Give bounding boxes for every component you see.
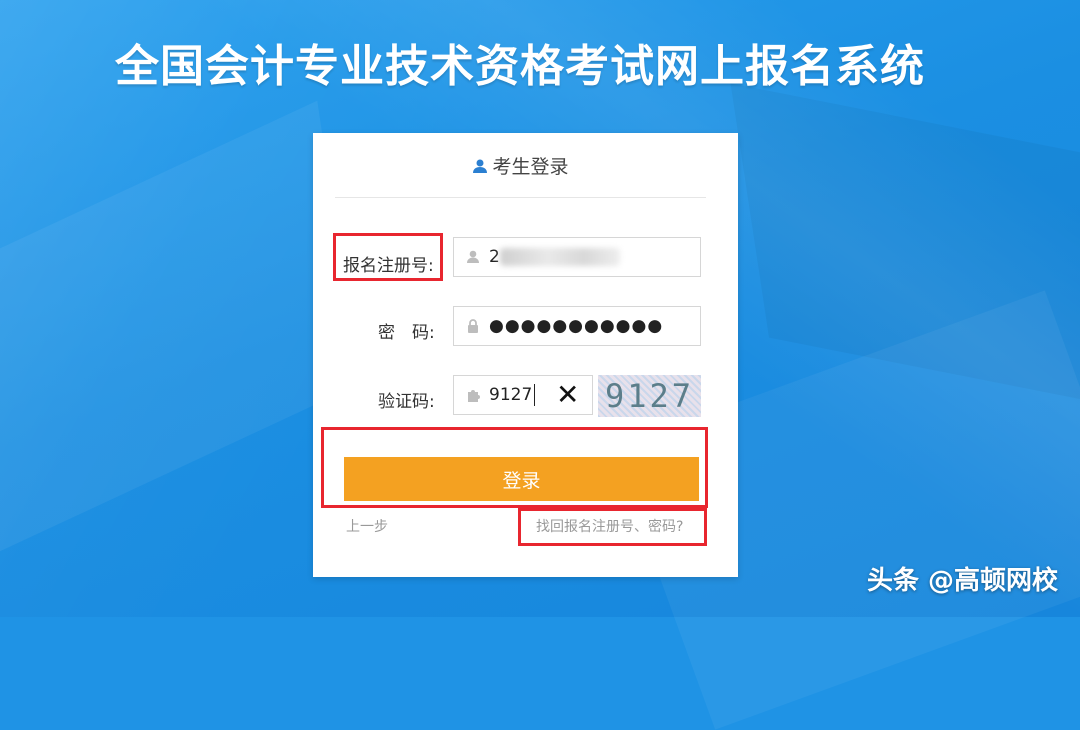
highlight-box-recover (518, 508, 707, 546)
user-icon (473, 159, 488, 173)
login-card-title: 考生登录 (492, 155, 569, 178)
highlight-box-registration (333, 233, 443, 281)
highlight-box-login (321, 427, 708, 508)
password-value: ●●●●●●●●●●● (489, 316, 664, 336)
page-title: 全国会计专业技术资格考试网上报名系统 (115, 41, 925, 92)
puzzle-icon (468, 390, 480, 402)
password-input[interactable]: ●●●●●●●●●●● (453, 306, 701, 346)
lock-icon (468, 319, 478, 333)
clear-icon[interactable]: ✕ (556, 381, 579, 409)
registration-input[interactable]: 2 (453, 237, 701, 277)
captcha-value: 9127 (489, 385, 533, 405)
registration-value: 2 (489, 247, 500, 267)
watermark: 头条 @高顿网校 (866, 566, 1058, 596)
captcha-label: 验证码: (378, 392, 435, 412)
person-icon (467, 250, 479, 263)
registration-value-redacted (499, 248, 620, 266)
bg-facet (0, 100, 360, 560)
password-label: 密 码: (378, 323, 435, 343)
text-cursor (534, 384, 536, 406)
previous-step-link[interactable]: 上一步 (346, 516, 388, 536)
captcha-image[interactable]: 9127 (598, 375, 701, 417)
login-card-header: 考生登录 (335, 133, 706, 198)
captcha-image-text: 9127 (604, 377, 695, 415)
